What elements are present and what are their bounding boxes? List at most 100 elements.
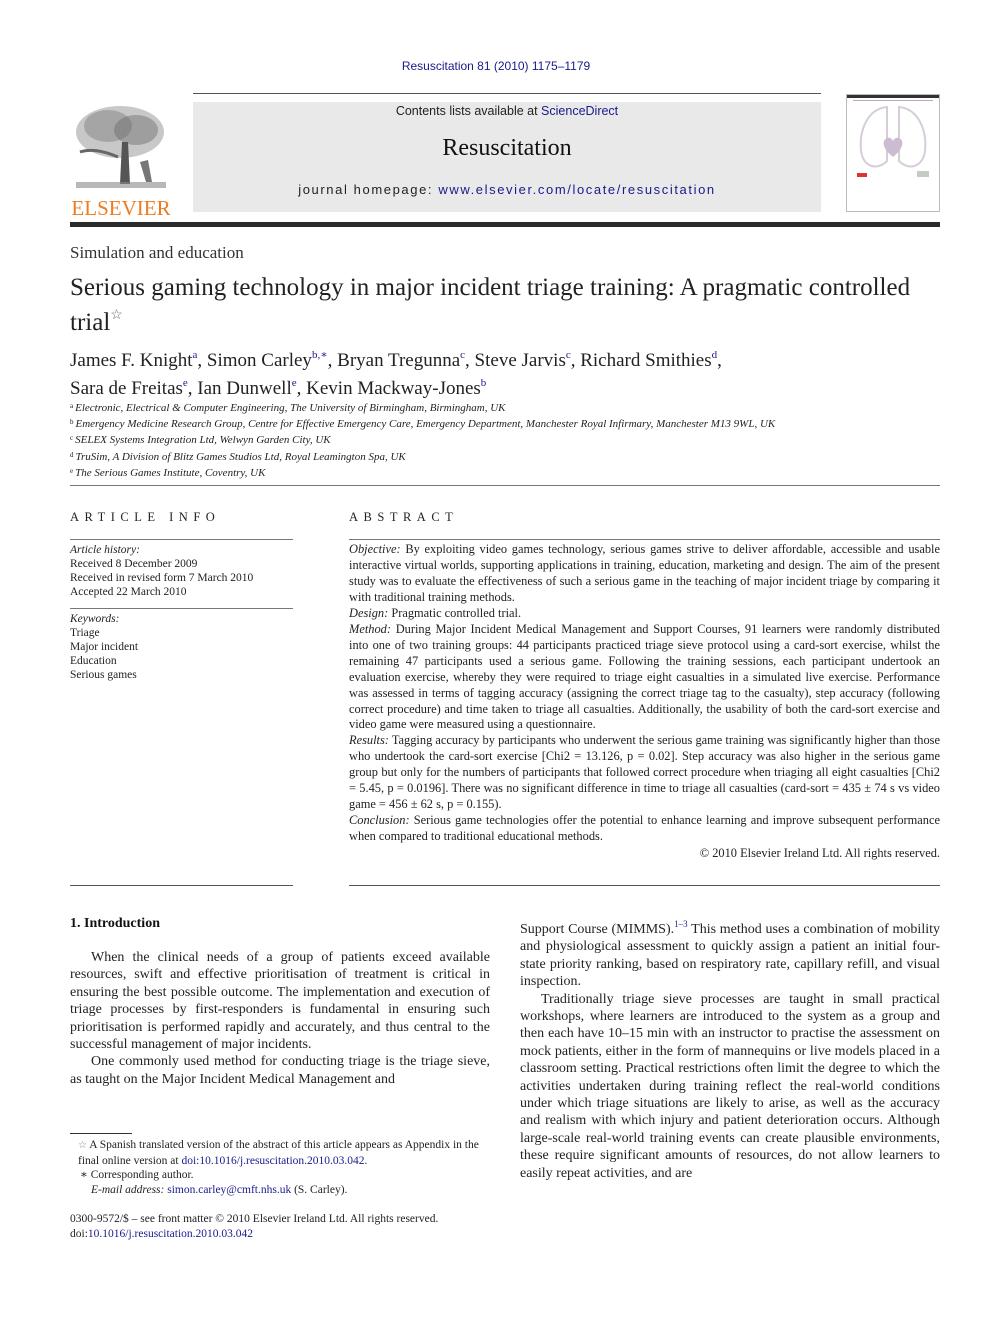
corresponding-author-text: Corresponding author.: [87, 1169, 194, 1181]
affiliation-list: a Electronic, Electrical & Computer Engin…: [70, 399, 940, 480]
body-column-right: Support Course (MIMMS).1–3 This method u…: [520, 916, 940, 1182]
keyword[interactable]: Education: [70, 654, 293, 668]
article-info-heading: ARTICLE INFO: [70, 510, 221, 524]
article-title: Serious gaming technology in major incid…: [70, 274, 920, 337]
elsevier-logo[interactable]: ELSEVIER: [70, 102, 172, 219]
affiliation-key: c: [70, 434, 74, 443]
abstract-section-label: Objective:: [349, 542, 401, 556]
abstract-section: Conclusion: Serious game technologies of…: [349, 813, 940, 845]
article-section-label: Simulation and education: [70, 243, 244, 262]
affiliation: d TruSim, A Division of Blitz Games Studi…: [70, 448, 940, 464]
header-rule: [193, 93, 821, 94]
title-footnote-star-icon[interactable]: ☆: [110, 308, 123, 323]
author-separator: ,: [465, 350, 475, 371]
history-item: Accepted 22 March 2010: [70, 586, 187, 598]
issn-line: 0300-9572/$ – see front matter © 2010 El…: [70, 1213, 439, 1225]
doi-link[interactable]: 10.1016/j.resuscitation.2010.03.042: [88, 1228, 253, 1240]
footnote-star-icon: ☆: [78, 1140, 87, 1151]
affiliation-text: The Serious Games Institute, Coventry, U…: [75, 466, 266, 479]
abstract-end-rule: [349, 885, 940, 886]
keyword[interactable]: Major incident: [70, 640, 293, 654]
homepage-line: journal homepage: www.elsevier.com/locat…: [193, 182, 821, 197]
affiliation: b Emergency Medicine Research Group, Cent…: [70, 415, 940, 431]
affiliation-text: SELEX Systems Integration Ltd, Welwyn Ga…: [75, 434, 331, 447]
article-info: ARTICLE INFO Article history: Received 8…: [70, 510, 293, 682]
divider-rule: [70, 485, 940, 486]
lungs-heart-icon: [857, 105, 929, 177]
body-paragraph: One commonly used method for conducting …: [70, 1054, 490, 1087]
history-item: Received in revised form 7 March 2010: [70, 572, 254, 584]
author-name[interactable]: Steve Jarvis: [475, 350, 566, 371]
abstract-section-text: During Major Incident Medical Management…: [349, 621, 940, 732]
journal-banner: Contents lists available at ScienceDirec…: [193, 102, 821, 212]
author-name[interactable]: Kevin Mackway-Jones: [306, 378, 481, 399]
affiliation-key: d: [70, 450, 74, 459]
abstract-section: Design: Pragmatic controlled trial.: [349, 606, 940, 622]
footnote-period: .: [364, 1154, 368, 1167]
body-column-left: 1. Introduction When the clinical needs …: [70, 916, 490, 1088]
keywords-rule: [70, 608, 293, 609]
abstract-section-text: Tagging accuracy by participants who und…: [349, 733, 940, 812]
article-history-label: Article history:: [70, 544, 140, 556]
homepage-link[interactable]: www.elsevier.com/locate/resuscitation: [438, 182, 715, 197]
body-paragraph: Traditionally triage sieve processes are…: [520, 991, 940, 1181]
elsevier-tree-icon: [76, 106, 166, 188]
section-heading-introduction: 1. Introduction: [70, 916, 160, 931]
abstract-section-label: Design:: [349, 605, 389, 620]
abstract-section-label: Conclusion:: [349, 813, 410, 828]
author-separator: ,: [717, 350, 722, 371]
elsevier-wordmark: ELSEVIER: [71, 196, 171, 220]
affiliation-text: TruSim, A Division of Blitz Games Studio…: [75, 450, 406, 463]
article-history: Received 8 December 2009 Received in revi…: [70, 557, 293, 599]
keyword[interactable]: Triage: [70, 626, 293, 640]
journal-cover-thumbnail[interactable]: RESUSCITATION: [846, 94, 940, 212]
sciencedirect-link[interactable]: ScienceDirect: [541, 104, 618, 118]
affiliation-key: e: [70, 466, 74, 475]
author-name[interactable]: Sara de Freitas: [70, 378, 183, 399]
footnote-doi-link[interactable]: doi:10.1016/j.resuscitation.2010.03.042: [181, 1155, 364, 1167]
abstract-section-text: Serious game technologies offer the pote…: [349, 813, 940, 844]
abstract-section: Objective: By exploiting video games tec…: [349, 542, 940, 606]
article-title-text: Serious gaming technology in major incid…: [70, 274, 911, 336]
affiliation-key: b: [70, 418, 74, 427]
author-affiliation-mark[interactable]: b: [481, 377, 487, 389]
author-affiliation-mark[interactable]: b,∗: [312, 349, 328, 361]
affiliation: c SELEX Systems Integration Ltd, Welwyn G…: [70, 431, 940, 447]
article-info-end-rule: [70, 885, 293, 886]
continued-text-a: Support Course (MIMMS).: [520, 922, 675, 937]
email-link[interactable]: simon.carley@cmft.nhs.uk: [167, 1184, 291, 1196]
cover-topbar: [847, 95, 939, 98]
footnote-corresponding: ∗ Corresponding author.: [70, 1168, 495, 1183]
right-body-text: Support Course (MIMMS).1–3 This method u…: [520, 916, 940, 1182]
footnote-rule: [70, 1133, 132, 1134]
author-separator: ,: [570, 350, 581, 371]
abstract-section-label: Method:: [349, 621, 391, 636]
journal-citation[interactable]: Resuscitation 81 (2010) 1175–1179: [0, 59, 992, 73]
abstract-section-text: Pragmatic controlled trial.: [388, 605, 522, 620]
contents-line: Contents lists available at ScienceDirec…: [193, 104, 821, 118]
abstract-section: Method: During Major Incident Medical Ma…: [349, 622, 940, 734]
footnote-email: E-mail address: simon.carley@cmft.nhs.uk…: [70, 1183, 495, 1198]
abstract-rule: [349, 539, 940, 540]
author-name[interactable]: Richard Smithies: [580, 350, 711, 371]
author-name[interactable]: James F. Knight: [70, 350, 193, 371]
body-paragraph: When the clinical needs of a group of pa…: [70, 950, 490, 1053]
author-name[interactable]: Bryan Tregunna: [337, 350, 460, 371]
keyword[interactable]: Serious games: [70, 668, 293, 682]
left-body-text: When the clinical needs of a group of pa…: [70, 949, 490, 1088]
footnote-gap: [70, 1197, 495, 1212]
citation-link[interactable]: 1–3: [674, 919, 688, 929]
article-info-rule: [70, 539, 293, 540]
email-owner: (S. Carley).: [291, 1183, 348, 1196]
author-separator: ,: [327, 350, 338, 371]
body-paragraph-continued: Support Course (MIMMS).1–3 This method u…: [520, 916, 940, 991]
author-name[interactable]: Simon Carley: [207, 350, 312, 371]
author-name[interactable]: Ian Dunwell: [197, 378, 291, 399]
author-separator: ,: [187, 378, 198, 399]
abstract-body: Objective: By exploiting video games tec…: [349, 542, 940, 845]
asterisk-icon: ∗: [80, 1169, 88, 1181]
abstract-section-label: Results:: [349, 733, 389, 748]
doi-prefix: doi:: [70, 1227, 88, 1240]
affiliation: a Electronic, Electrical & Computer Engin…: [70, 399, 940, 415]
keywords-label: Keywords:: [70, 613, 120, 625]
